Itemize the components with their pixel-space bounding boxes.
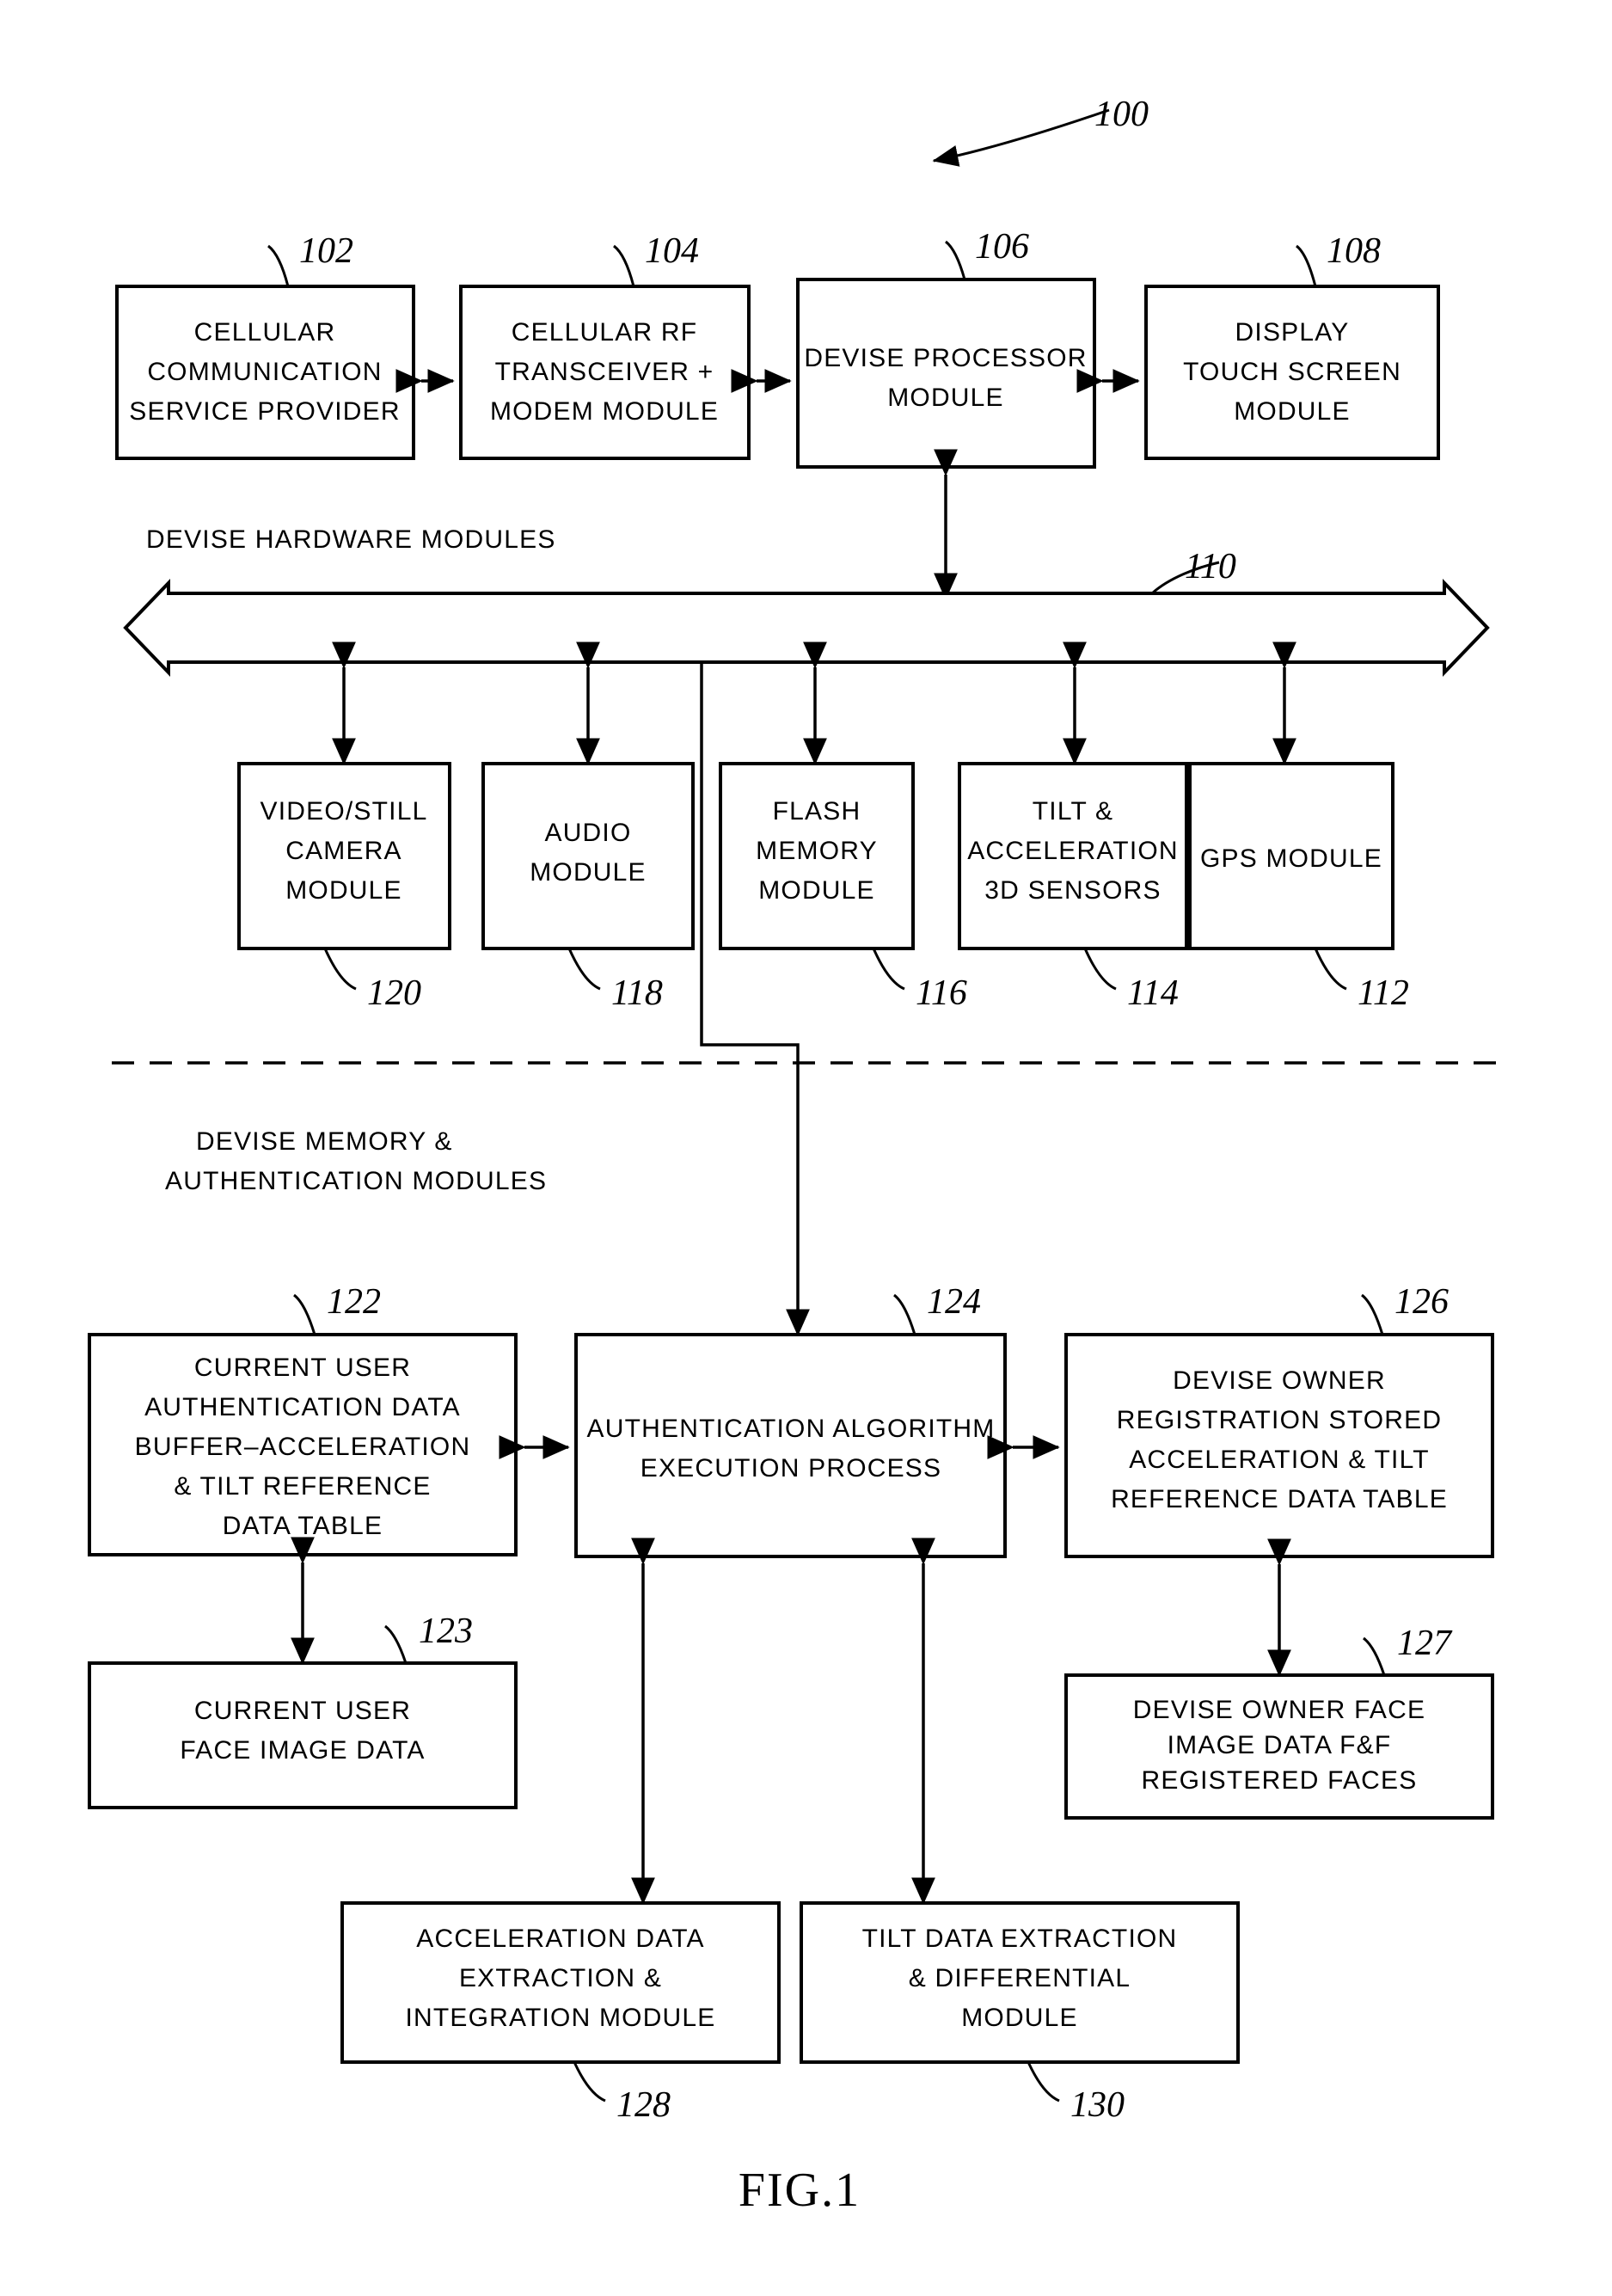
box-acceleration-data-extraction-integration-module: ACCELERATION DATA EXTRACTION & INTEGRATI… [340, 1901, 781, 2125]
box-gps-module: GPS MODULE 112 [1188, 762, 1409, 1013]
box-116-line-0: FLASH [773, 797, 861, 826]
box-116-line-2: MODULE [758, 876, 875, 905]
box-122-line-4: DATA TABLE [223, 1512, 383, 1540]
box-104-line-1: TRANSCEIVER + [495, 358, 714, 386]
ref-123: 123 [419, 1611, 473, 1651]
ref-127: 127 [1397, 1624, 1453, 1663]
box-124-line-0: AUTHENTICATION ALGORITHM [587, 1415, 996, 1443]
label-devise-memory-line-2: AUTHENTICATION MODULES [165, 1167, 547, 1195]
box-126-line-3: REFERENCE DATA TABLE [1111, 1485, 1448, 1513]
box-127-line-1: IMAGE DATA F&F [1168, 1731, 1392, 1759]
box-130-line-0: TILT DATA EXTRACTION [862, 1925, 1178, 1953]
box-video-still-camera-module: VIDEO/STILL CAMERA MODULE 120 [237, 762, 451, 1013]
box-tilt-data-extraction-differential-module: TILT DATA EXTRACTION & DIFFERENTIAL MODU… [800, 1901, 1240, 2125]
box-display-touch-screen-module: DISPLAY TOUCH SCREEN MODULE 108 [1144, 231, 1440, 460]
ref-130: 130 [1070, 2085, 1125, 2125]
box-122-line-3: & TILT REFERENCE [174, 1472, 431, 1501]
box-114-line-0: TILT & [1033, 797, 1113, 826]
box-102-line-0: CELLULAR [194, 318, 336, 347]
box-128-line-2: INTEGRATION MODULE [405, 2004, 715, 2032]
box-tilt-acceleration-3d-sensors: TILT & ACCELERATION 3D SENSORS 114 [958, 762, 1188, 1013]
system-bus: 110 [123, 547, 1490, 677]
system-ref-leader: 100 [932, 95, 1149, 167]
box-116-line-1: MEMORY [756, 837, 878, 865]
bus-to-sensor-connectors [332, 642, 1296, 765]
label-devise-hardware-modules: DEVISE HARDWARE MODULES [146, 525, 556, 554]
ref-118: 118 [611, 973, 663, 1013]
box-127-line-2: REGISTERED FACES [1142, 1766, 1418, 1795]
box-flash-memory-module: FLASH MEMORY MODULE 116 [719, 762, 967, 1013]
figure-caption: FIG.1 [739, 2164, 861, 2217]
box-104-line-0: CELLULAR RF [512, 318, 698, 347]
box-120-line-2: MODULE [285, 876, 402, 905]
box-cellular-communication-service-provider: CELLULAR COMMUNICATION SERVICE PROVIDER … [115, 231, 415, 460]
box-cellular-rf-transceiver-modem-module: CELLULAR RF TRANSCEIVER + MODEM MODULE 1… [459, 231, 751, 460]
patent-figure-sheet: 100 CELLULAR COMMUNICATION SERVICE PROVI… [0, 0, 1612, 2296]
box-audio-module: AUDIO MODULE 118 [481, 762, 695, 1013]
ref-124: 124 [927, 1282, 981, 1322]
box-112-line-0: GPS MODULE [1200, 844, 1382, 873]
ref-114: 114 [1127, 973, 1179, 1013]
box-102-line-1: COMMUNICATION [147, 358, 382, 386]
figure-canvas: 100 CELLULAR COMMUNICATION SERVICE PROVI… [88, 95, 1500, 2217]
box-118-line-0: AUDIO [544, 819, 631, 847]
box-126-line-1: REGISTRATION STORED [1117, 1406, 1442, 1434]
box-108-line-2: MODULE [1234, 397, 1351, 426]
box-106-line-1: MODULE [887, 384, 1004, 412]
box-102-line-2: SERVICE PROVIDER [129, 397, 400, 426]
box-122-line-2: BUFFER–ACCELERATION [135, 1433, 471, 1461]
ref-120: 120 [367, 973, 421, 1013]
box-130-line-1: & DIFFERENTIAL [909, 1964, 1131, 1992]
box-authentication-algorithm-execution-process: AUTHENTICATION ALGORITHM EXECUTION PROCE… [574, 1282, 1007, 1558]
box-114-line-2: 3D SENSORS [984, 876, 1161, 905]
box-current-user-authentication-data-buffer: CURRENT USER AUTHENTICATION DATA BUFFER–… [88, 1282, 518, 1556]
box-130-line-2: MODULE [961, 2004, 1078, 2032]
ref-106: 106 [975, 227, 1029, 267]
box-118-line-1: MODULE [530, 858, 647, 887]
box-devise-processor-module: DEVISE PROCESSOR MODULE 106 [796, 227, 1096, 469]
box-127-line-0: DEVISE OWNER FACE [1133, 1696, 1425, 1724]
box-120-line-1: CAMERA [285, 837, 402, 865]
box-120-line-0: VIDEO/STILL [260, 797, 428, 826]
box-123-line-0: CURRENT USER [194, 1697, 411, 1725]
box-122-line-1: AUTHENTICATION DATA [144, 1393, 461, 1421]
ref-102: 102 [299, 231, 353, 271]
ref-122: 122 [327, 1282, 381, 1322]
ref-100: 100 [1094, 95, 1149, 134]
box-128-line-1: EXTRACTION & [459, 1964, 662, 1992]
box-108-line-0: DISPLAY [1235, 318, 1350, 347]
box-106-line-0: DEVISE PROCESSOR [804, 344, 1087, 372]
box-114-line-1: ACCELERATION [967, 837, 1179, 865]
box-123-line-1: FACE IMAGE DATA [180, 1736, 425, 1765]
box-108-line-1: TOUCH SCREEN [1183, 358, 1401, 386]
ref-112: 112 [1358, 973, 1409, 1013]
ref-108: 108 [1327, 231, 1381, 271]
ref-104: 104 [645, 231, 699, 271]
label-devise-memory-line-1: DEVISE MEMORY & [196, 1127, 453, 1156]
box-devise-owner-registration-stored-reference-table: DEVISE OWNER REGISTRATION STORED ACCELER… [1064, 1282, 1494, 1558]
ref-126: 126 [1394, 1282, 1449, 1322]
box-128-line-0: ACCELERATION DATA [416, 1925, 704, 1953]
box-122-line-0: CURRENT USER [194, 1354, 411, 1382]
ref-116: 116 [916, 973, 967, 1013]
ref-128: 128 [616, 2085, 671, 2125]
ref-110: 110 [1185, 547, 1236, 586]
box-104-line-2: MODEM MODULE [490, 397, 719, 426]
box-126-line-2: ACCELERATION & TILT [1129, 1446, 1430, 1474]
box-126-line-0: DEVISE OWNER [1173, 1366, 1386, 1395]
box-124-line-1: EXECUTION PROCESS [641, 1454, 941, 1483]
